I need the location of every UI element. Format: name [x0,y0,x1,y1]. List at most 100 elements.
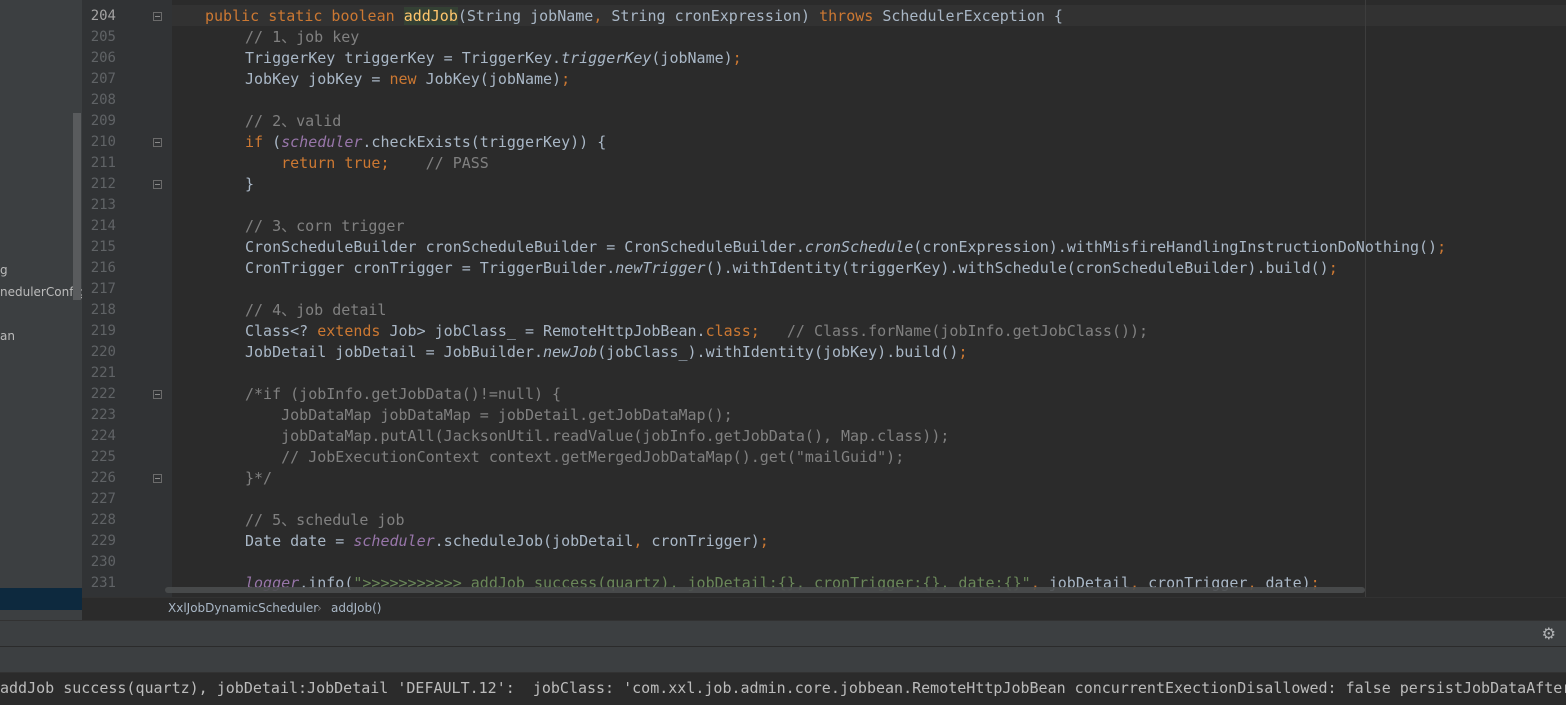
line-number: 229 [90,533,116,549]
line-number: 204 [90,8,116,24]
code-line[interactable]: JobDataMap jobDataMap = jobDetail.getJob… [245,405,733,426]
code-token: JobKey(jobName) [425,70,562,88]
code-token: ().withIdentity(triggerKey).withSchedule… [705,259,1329,277]
code-token: scheduler [353,532,435,550]
code-token: class; [705,322,760,340]
code-token: ; [1328,259,1338,277]
code-token: CronScheduleBuilder cronScheduleBuilder … [245,238,805,256]
code-line[interactable]: /*if (jobInfo.getJobData()!=null) { [245,384,561,405]
fold-marker-icon[interactable] [153,390,162,399]
code-line[interactable]: if (scheduler.checkExists(triggerKey)) { [245,132,606,153]
code-token: jobDataMap.putAll(JacksonUtil.readValue(… [245,427,950,445]
line-number: 220 [90,344,116,360]
line-number: 205 [90,29,116,45]
line-number: 209 [90,113,116,129]
breadcrumb-method[interactable]: addJob() [331,601,381,615]
code-line[interactable]: CronTrigger cronTrigger = TriggerBuilder… [245,258,1338,279]
run-panel-toolbar [0,646,1566,673]
code-token: String cronExpression) [611,7,820,25]
code-token: return true; [245,154,390,172]
code-line[interactable]: Class<? extends Job> jobClass_ = RemoteH… [245,321,1148,342]
code-token: cronTrigger) [651,532,760,550]
code-token: TriggerKey triggerKey = TriggerKey. [245,49,562,67]
code-token: // 2、valid [245,112,342,130]
code-line[interactable]: CronScheduleBuilder cronScheduleBuilder … [245,237,1446,258]
line-number: 219 [90,323,116,339]
code-token: JobKey jobKey = [245,70,390,88]
line-number: 208 [90,92,116,108]
code-token: // 1、job key [245,28,360,46]
project-tree-selected-item[interactable] [0,588,82,610]
code-line[interactable]: public static boolean addJob(String jobN… [205,6,1063,27]
horizontal-scrollbar[interactable] [165,587,1365,593]
code-token: , [593,7,612,25]
line-number: 225 [90,449,116,465]
breadcrumb-separator: › [317,601,322,615]
line-number: 223 [90,407,116,423]
code-line[interactable]: jobDataMap.putAll(JacksonUtil.readValue(… [245,426,949,447]
line-number: 228 [90,512,116,528]
code-token: }*/ [245,469,273,487]
line-number: 217 [90,281,116,297]
code-editor[interactable]: 204 205 206 207 208 209 210 211 212 213 214 215 216 2… [82,0,1566,597]
code-token: JobDataMap jobDataMap = jobDetail.getJob… [245,406,733,424]
fold-marker-icon[interactable] [153,138,162,147]
right-margin-guide [1365,0,1366,597]
fold-marker-icon[interactable] [153,12,162,21]
code-token: // 4、job detail [245,301,387,319]
project-tree-item[interactable]: nedulerConfig [0,285,82,299]
code-token: CronTrigger cronTrigger = TriggerBuilder… [245,259,616,277]
line-number: 224 [90,428,116,444]
code-line[interactable]: // 2、valid [245,111,341,132]
code-token: addJob [403,7,458,25]
code-line[interactable]: }*/ [245,468,272,489]
code-line[interactable]: // JobExecutionContext context.getMerged… [245,447,904,468]
line-number: 231 [90,575,116,591]
code-token: JobDetail jobDetail = JobBuilder. [245,343,544,361]
project-tool-window: g nedulerConfig an [0,0,82,620]
code-token: Date date = [245,532,354,550]
fold-marker-icon[interactable] [153,180,162,189]
code-line[interactable]: JobDetail jobDetail = JobBuilder.newJob(… [245,342,967,363]
code-token: (jobName) [651,49,733,67]
line-number: 230 [90,554,116,570]
gear-icon[interactable]: ⚙ [1542,625,1556,643]
code-line[interactable]: // 3、corn trigger [245,216,405,237]
code-token: (jobClass_).withIdentity(jobKey).build() [597,343,959,361]
code-token: triggerKey [561,49,652,67]
code-token: // 5、schedule job [245,511,405,529]
code-line[interactable]: JobKey jobKey = new JobKey(jobName); [245,69,570,90]
code-line[interactable]: // 4、job detail [245,300,386,321]
code-token: ; [759,532,769,550]
project-tree-scrollbar[interactable] [73,113,81,300]
code-token: // Class.forName(jobInfo.getJobClass()); [759,322,1149,340]
line-number: 218 [90,302,116,318]
fold-marker-icon[interactable] [153,474,162,483]
code-token: // 3、corn trigger [245,217,405,235]
console-output[interactable]: addJob success(quartz), jobDetail:JobDet… [0,672,1566,705]
code-token: .checkExists(triggerKey)) { [362,133,607,151]
code-line[interactable]: Date date = scheduler.scheduleJob(jobDet… [245,531,769,552]
code-token: Class<? [245,322,318,340]
code-line[interactable]: return true; // PASS [245,153,489,174]
line-number: 227 [90,491,116,507]
code-token: newTrigger [615,259,706,277]
breadcrumb-class[interactable]: XxlJobDynamicScheduler [168,601,318,615]
console-line: addJob success(quartz), jobDetail:JobDet… [0,679,1566,697]
breadcrumb: XxlJobDynamicScheduler › addJob() [82,597,1566,621]
line-number: 222 [90,386,116,402]
code-token: Job> jobClass_ = RemoteHttpJobBean. [389,322,706,340]
code-line[interactable]: // 5、schedule job [245,510,405,531]
code-token: /*if (jobInfo.getJobData()!=null) { [245,385,562,403]
code-token: ; [732,49,742,67]
code-token: } [245,175,255,193]
project-tree-item[interactable]: g [0,263,8,277]
code-token: SchedulerException { [882,7,1063,25]
code-token: ( [272,133,282,151]
code-line[interactable]: } [245,174,254,195]
code-token: (cronExpression).withMisfireHandlingInst… [913,238,1438,256]
code-line[interactable]: // 1、job key [245,27,359,48]
code-token: scheduler [281,133,363,151]
code-line[interactable]: TriggerKey triggerKey = TriggerKey.trigg… [245,48,742,69]
project-tree-item[interactable]: an [0,329,15,343]
